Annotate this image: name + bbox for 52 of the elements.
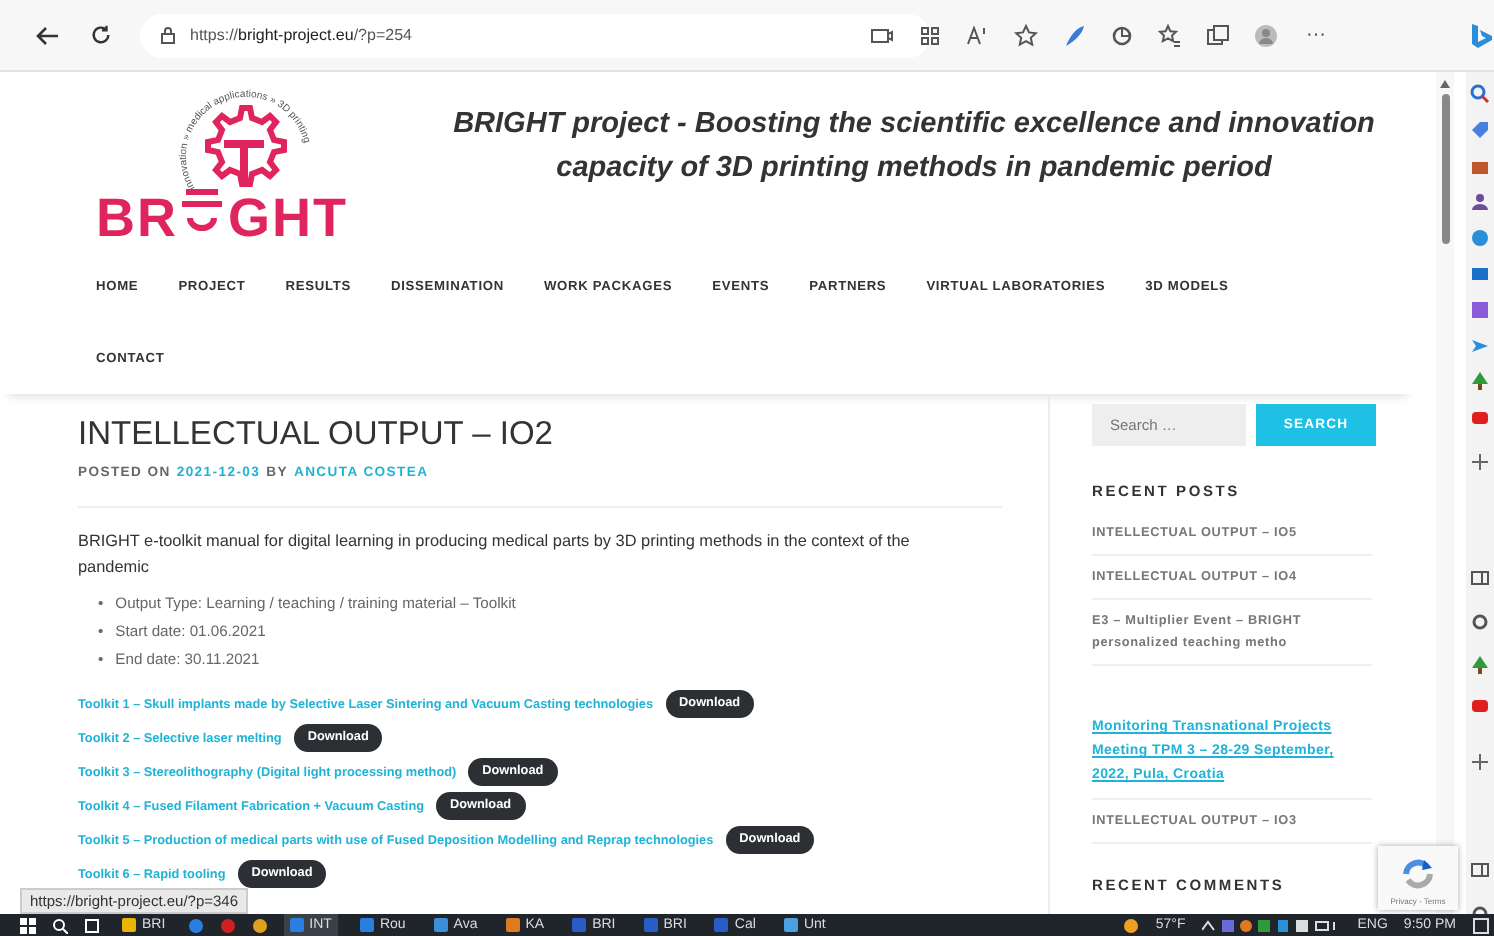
image-icon[interactable] (1470, 300, 1490, 320)
favorites-icon[interactable] (1158, 23, 1182, 47)
video-icon[interactable] (1470, 408, 1490, 428)
person-icon[interactable] (1470, 192, 1490, 212)
tag-icon[interactable] (1470, 120, 1490, 140)
outlook-icon[interactable] (1470, 264, 1490, 284)
task-view-icon[interactable] (84, 917, 100, 933)
circle-icon[interactable] (1470, 228, 1490, 248)
opera-icon[interactable] (219, 917, 236, 933)
profile-icon[interactable] (1254, 23, 1278, 47)
search-icon[interactable] (52, 917, 68, 933)
scroll-up-icon[interactable] (1440, 80, 1450, 88)
collections-icon[interactable] (1206, 23, 1230, 47)
lock-icon[interactable] (160, 26, 176, 44)
app-icon (572, 918, 587, 932)
camera-icon[interactable] (870, 23, 894, 47)
refresh-icon[interactable] (90, 24, 112, 46)
site-title: BRIGHT project - Boosting the scientific excellence and innovation capacity of 3D printing methods in pandemic period (453, 106, 1375, 188)
feather-icon[interactable] (1062, 23, 1086, 47)
app-icon (643, 918, 658, 932)
intro-text: BRIGHT e-toolkit manual for digital learning in producing medical parts by 3D printing methods in the context of the pandemic (78, 530, 912, 580)
tree-icon[interactable] (1470, 656, 1490, 676)
weather-icon[interactable] (1121, 917, 1140, 933)
more-menu[interactable]: ··· (1306, 24, 1326, 46)
read-aloud-icon[interactable] (966, 23, 990, 47)
back-icon[interactable] (36, 25, 60, 45)
chrome-icon[interactable] (251, 917, 268, 933)
add-icon[interactable] (1470, 752, 1490, 772)
recaptcha-icon (1400, 858, 1436, 890)
briefcase-icon[interactable] (1470, 156, 1490, 176)
grid-icon[interactable] (918, 23, 942, 47)
scrollbar-thumb[interactable] (1441, 94, 1449, 244)
send-icon[interactable] (1470, 336, 1490, 356)
app-icon (505, 918, 520, 932)
post-title: INTELLECTUAL OUTPUT – IO2 (78, 414, 555, 454)
mail-icon[interactable] (187, 917, 204, 933)
notification-icon[interactable] (1472, 917, 1490, 933)
address-bar[interactable]: https://bright-project.eu/?p=254 (140, 13, 930, 57)
app-icon (433, 918, 448, 932)
app-icon (122, 918, 136, 932)
video-icon[interactable] (1470, 696, 1490, 716)
panel-icon[interactable] (1470, 860, 1490, 880)
start-icon[interactable] (20, 917, 36, 933)
star-icon[interactable] (1014, 23, 1038, 47)
panel-icon[interactable] (1470, 568, 1490, 588)
app-icon (714, 918, 729, 932)
app-icon (359, 918, 374, 932)
app-icon (289, 918, 304, 932)
app-icon (783, 918, 798, 932)
bing-chat-icon[interactable] (1468, 21, 1492, 49)
tree-icon[interactable] (1470, 372, 1490, 392)
add-icon[interactable] (1470, 452, 1490, 472)
